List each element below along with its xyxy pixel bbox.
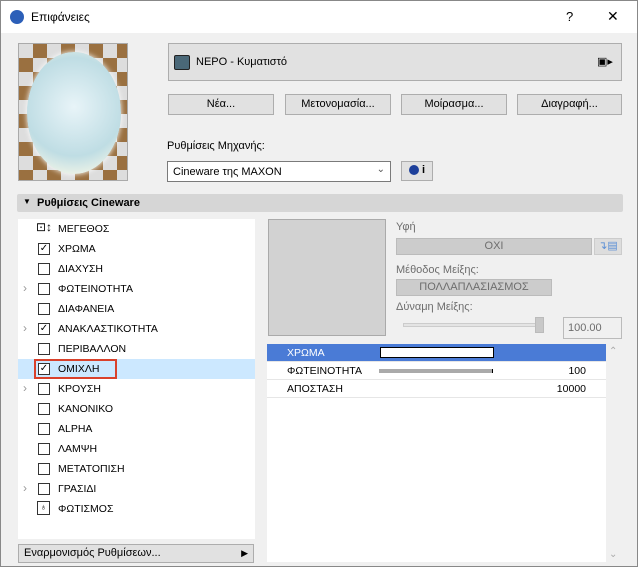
chevron-down-icon: ⌄ xyxy=(376,164,385,175)
material-name-bar[interactable]: ΝΕΡΟ - Κυματιστό ▣▸ xyxy=(168,43,622,81)
size-icon: ⊡↕ xyxy=(36,220,53,234)
title-bar: Επιφάνειες ? ✕ xyxy=(1,1,637,33)
channel-label: ΔΙΑΦΑΝΕΙΑ xyxy=(58,303,115,315)
collapse-triangle-icon: ▼ xyxy=(23,197,31,206)
param-value[interactable]: 10000 xyxy=(557,383,586,395)
channel-row[interactable]: ΛΑΜΨΗ xyxy=(18,439,255,459)
channel-label: ΚΑΝΟΝΙΚΟ xyxy=(58,403,114,415)
material-name: ΝΕΡΟ - Κυματιστό xyxy=(196,56,288,68)
expand-chevron-icon[interactable]: › xyxy=(23,381,27,395)
channel-checkbox[interactable] xyxy=(38,443,50,455)
cinema4d-icon xyxy=(408,165,419,176)
image-menu-icon[interactable]: ▣▸ xyxy=(597,55,613,68)
help-button[interactable]: ? xyxy=(566,9,573,24)
channel-label: ΦΩΤΕΙΝΟΤΗΤΑ xyxy=(58,283,133,295)
channel-label: ΓΡΑΣΙΔΙ xyxy=(58,483,97,495)
engine-info-button[interactable]: i xyxy=(401,161,433,181)
arrow-right-icon: ▶ xyxy=(241,548,248,558)
delete-button[interactable]: Διαγραφή... xyxy=(517,94,622,115)
channel-checkbox[interactable] xyxy=(38,423,50,435)
sync-settings-label: Εναρμονισμός Ρυθμίσεων... xyxy=(24,547,161,559)
blend-strength-slider[interactable] xyxy=(403,317,544,333)
channel-row[interactable]: ΚΑΝΟΝΙΚΟ xyxy=(18,399,255,419)
texture-load-icon[interactable]: ↴▤ xyxy=(594,238,622,255)
channel-label: ΠΕΡΙΒΑΛΛΟΝ xyxy=(58,343,127,355)
blend-method-label: Μέθοδος Μείξης: xyxy=(396,264,479,276)
new-button[interactable]: Νέα... xyxy=(168,94,274,115)
channel-label: ΛΑΜΨΗ xyxy=(58,443,98,455)
engine-label: Ρυθμίσεις Μηχανής: xyxy=(167,140,265,152)
channel-label: ΜΕΓΕΘΟΣ xyxy=(58,223,110,235)
rename-button[interactable]: Μετονομασία... xyxy=(285,94,391,115)
param-scrollbar[interactable]: ⌃ ⌄ xyxy=(606,344,622,562)
scroll-up-icon[interactable]: ⌃ xyxy=(609,346,617,357)
expand-chevron-icon[interactable]: › xyxy=(23,481,27,495)
channel-list: ⊡↕ ΜΕΓΕΘΟΣ ✓ ΧΡΩΜΑ ΔΙΑΧΥΣΗ › ΦΩΤΕΙΝΟΤΗΤΑ ΔΙΑΦΑΝ… xyxy=(18,219,255,539)
channel-label: ΚΡΟΥΣΗ xyxy=(58,383,101,395)
channel-label: ΔΙΑΧΥΣΗ xyxy=(58,263,104,275)
channel-label: ΧΡΩΜΑ xyxy=(58,243,96,255)
param-name: ΧΡΩΜΑ xyxy=(287,347,325,359)
param-row[interactable]: ΧΡΩΜΑ xyxy=(267,344,606,362)
material-color-swatch xyxy=(174,55,190,70)
blend-strength-field[interactable]: 100.00 xyxy=(563,317,622,339)
slider-thumb[interactable] xyxy=(535,317,544,333)
param-row[interactable]: ΦΩΤΕΙΝΟΤΗΤΑ 100 xyxy=(267,362,606,380)
param-name: ΑΠΟΣΤΑΣΗ xyxy=(287,383,343,395)
engine-select[interactable]: Cineware της MAXON ⌄ xyxy=(167,161,391,182)
light-bulb-icon: ♁ xyxy=(37,501,50,515)
channel-row[interactable]: ALPHA xyxy=(18,419,255,439)
close-button[interactable]: ✕ xyxy=(607,8,619,25)
focus-outline xyxy=(34,359,117,379)
param-value[interactable]: 100 xyxy=(568,365,586,377)
channel-checkbox[interactable]: ✓ xyxy=(38,323,50,335)
channel-checkbox[interactable] xyxy=(38,483,50,495)
blend-method-select[interactable]: ΠΟΛΛΑΠΛΑΣΙΑΣΜΟΣ xyxy=(396,279,552,296)
param-row[interactable]: ΑΠΟΣΤΑΣΗ 10000 xyxy=(267,380,606,398)
channel-row[interactable]: › ΚΡΟΥΣΗ xyxy=(18,379,255,399)
material-preview xyxy=(18,43,128,181)
channel-row[interactable]: ΔΙΑΦΑΝΕΙΑ xyxy=(18,299,255,319)
app-logo-icon xyxy=(10,10,24,24)
color-swatch[interactable] xyxy=(380,347,494,358)
sync-settings-button[interactable]: Εναρμονισμός Ρυθμίσεων... ▶ xyxy=(18,544,254,563)
channel-checkbox[interactable] xyxy=(38,383,50,395)
intensity-bar[interactable] xyxy=(379,369,493,373)
channel-label: ΦΩΤΙΣΜΟΣ xyxy=(58,503,114,515)
texture-preview xyxy=(268,219,386,336)
scroll-down-icon[interactable]: ⌄ xyxy=(609,549,617,560)
engine-value: Cineware της MAXON xyxy=(173,166,282,178)
channel-row[interactable]: ΔΙΑΧΥΣΗ xyxy=(18,259,255,279)
channel-row[interactable]: › ΦΩΤΕΙΝΟΤΗΤΑ xyxy=(18,279,255,299)
blend-strength-label: Δύναμη Μείξης: xyxy=(396,301,473,313)
channel-row[interactable]: ⊡↕ ΜΕΓΕΘΟΣ xyxy=(18,219,255,239)
expand-chevron-icon[interactable]: › xyxy=(23,281,27,295)
info-icon: i xyxy=(422,164,426,176)
section-header[interactable]: ▼ Ρυθμίσεις Cineware xyxy=(17,194,623,212)
channel-label: ΑΝΑΚΛΑΣΤΙΚΟΤΗΤΑ xyxy=(58,323,158,335)
channel-row[interactable]: ✓ ΟΜΙΧΛΗ xyxy=(18,359,255,379)
channel-row[interactable]: ✓ ΧΡΩΜΑ xyxy=(18,239,255,259)
channel-checkbox[interactable]: ✓ xyxy=(38,243,50,255)
expand-chevron-icon[interactable]: › xyxy=(23,321,27,335)
channel-checkbox[interactable] xyxy=(38,263,50,275)
channel-checkbox[interactable] xyxy=(38,283,50,295)
channel-checkbox[interactable] xyxy=(38,403,50,415)
param-name: ΦΩΤΕΙΝΟΤΗΤΑ xyxy=(287,365,362,377)
texture-label: Υφή xyxy=(396,221,416,233)
channel-row[interactable]: ♁ ΦΩΤΙΣΜΟΣ xyxy=(18,499,255,519)
share-button[interactable]: Μοίρασμα... xyxy=(401,94,507,115)
channel-label: ΜΕΤΑΤΟΠΙΣΗ xyxy=(58,463,125,475)
channel-label: ALPHA xyxy=(58,423,93,435)
texture-select-button[interactable]: ΟΧΙ xyxy=(396,238,592,255)
window-title: Επιφάνειες xyxy=(31,10,90,24)
section-title: Ρυθμίσεις Cineware xyxy=(37,197,140,209)
channel-checkbox[interactable] xyxy=(38,463,50,475)
channel-row[interactable]: ΜΕΤΑΤΟΠΙΣΗ xyxy=(18,459,255,479)
channel-row[interactable]: ΠΕΡΙΒΑΛΛΟΝ xyxy=(18,339,255,359)
channel-row[interactable]: › ΓΡΑΣΙΔΙ xyxy=(18,479,255,499)
channel-row[interactable]: › ✓ ΑΝΑΚΛΑΣΤΙΚΟΤΗΤΑ xyxy=(18,319,255,339)
channel-checkbox[interactable] xyxy=(38,343,50,355)
channel-checkbox[interactable] xyxy=(38,303,50,315)
